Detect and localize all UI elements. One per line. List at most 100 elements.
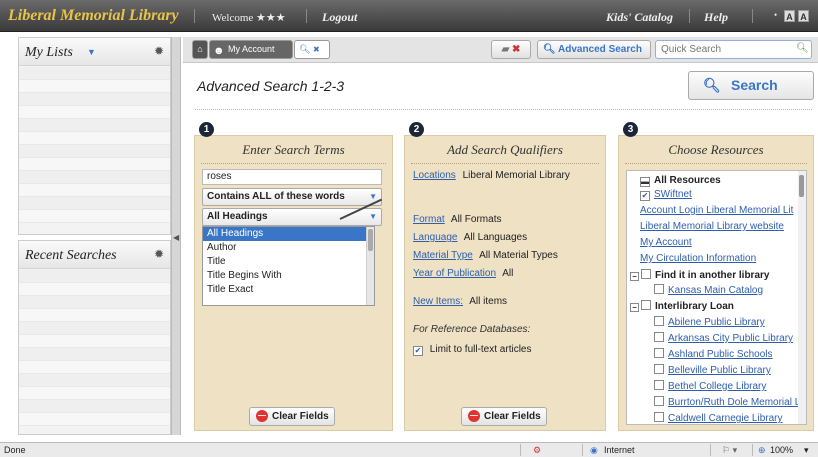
step-number-badge: 1 bbox=[199, 122, 214, 137]
divider bbox=[520, 444, 521, 456]
logout-link[interactable]: Logout bbox=[322, 10, 357, 25]
resource-link-row[interactable]: My Circulation Information bbox=[640, 253, 756, 264]
search-go-icon[interactable]: 🔍︎ bbox=[796, 43, 809, 54]
fulltext-checkbox[interactable]: ✔ bbox=[413, 346, 423, 356]
library-brand[interactable]: Liberal Memorial Library bbox=[8, 7, 179, 25]
resource-link-row[interactable]: Liberal Memorial Library website bbox=[640, 221, 784, 232]
zoom-icon[interactable]: ⊕ bbox=[758, 445, 766, 456]
gear-icon[interactable]: ✹ bbox=[154, 44, 164, 58]
kids-catalog-link[interactable]: Kids' Catalog bbox=[606, 10, 673, 25]
dropdown-option[interactable]: All Headings bbox=[203, 227, 374, 241]
welcome-user: ★★★ bbox=[256, 12, 286, 24]
step-title: Add Search Qualifiers bbox=[447, 142, 563, 157]
advanced-search-button[interactable]: 🔍︎ Advanced Search bbox=[537, 40, 651, 59]
minus-icon: — bbox=[256, 410, 268, 422]
library-row[interactable]: Belleville Public Library bbox=[654, 364, 771, 376]
clear-fields-button[interactable]: — Clear Fields bbox=[461, 407, 547, 426]
find-another-library-row[interactable]: − Find it in another library bbox=[630, 269, 769, 281]
divider bbox=[710, 444, 711, 456]
gear-icon[interactable]: ✹ bbox=[154, 247, 164, 261]
library-row[interactable]: Caldwell Carnegie Library bbox=[654, 412, 783, 424]
match-type-select[interactable]: Contains ALL of these words ▼ bbox=[202, 188, 382, 206]
search-icon: 🔍︎ bbox=[703, 77, 721, 93]
clear-search-button[interactable]: ▰ ✖ bbox=[491, 40, 531, 59]
tab-search[interactable]: 🔍︎ ✖ bbox=[294, 40, 330, 59]
tree-collapse-icon[interactable]: − bbox=[630, 303, 639, 312]
library-row[interactable]: Arkansas City Public Library bbox=[654, 332, 793, 344]
font-large-button[interactable]: A bbox=[798, 10, 809, 22]
library-checkbox[interactable] bbox=[654, 332, 664, 342]
new-items-row: New Items: All items bbox=[413, 296, 507, 307]
library-row[interactable]: Burrton/Ruth Dole Memorial L bbox=[654, 396, 800, 408]
library-row[interactable]: Bethel College Library bbox=[654, 380, 766, 392]
home-tab[interactable]: ⌂ bbox=[192, 40, 208, 59]
library-checkbox[interactable] bbox=[654, 396, 664, 406]
tree-collapse-icon[interactable]: − bbox=[630, 272, 639, 281]
scrollbar-thumb[interactable] bbox=[799, 175, 804, 197]
minus-icon: — bbox=[468, 410, 480, 422]
interlibrary-checkbox[interactable] bbox=[641, 300, 651, 310]
chevron-down-icon[interactable]: ▾ bbox=[804, 445, 809, 456]
swiftnet-row[interactable]: ✔ SWiftnet bbox=[640, 189, 692, 201]
font-small-button[interactable]: A bbox=[784, 10, 795, 22]
step-enter-search-terms: 1 Enter Search Terms roses Contains ALL … bbox=[194, 122, 393, 431]
quick-search-input[interactable] bbox=[655, 40, 812, 59]
material-type-row: Material Type All Material Types bbox=[413, 250, 558, 261]
material-type-link[interactable]: Material Type bbox=[413, 250, 473, 261]
protected-mode-icon[interactable]: ⚐ ▾ bbox=[722, 445, 737, 456]
kansas-main-row[interactable]: Kansas Main Catalog bbox=[654, 284, 763, 296]
close-icon[interactable]: ✖ bbox=[313, 45, 320, 54]
kansas-main-checkbox[interactable] bbox=[654, 284, 664, 294]
status-bar: Done ⚙ ◉ Internet ⚐ ▾ ⊕ 100% ▾ bbox=[0, 442, 818, 457]
help-link[interactable]: Help bbox=[704, 10, 728, 25]
new-items-value: All items bbox=[469, 296, 508, 307]
dropdown-scrollbar[interactable] bbox=[366, 227, 374, 305]
new-items-link[interactable]: New Items: bbox=[413, 296, 463, 307]
swiftnet-link[interactable]: SWiftnet bbox=[654, 189, 692, 200]
resource-link-row[interactable]: My Account bbox=[640, 237, 692, 248]
dropdown-option[interactable]: Author bbox=[203, 241, 374, 255]
year-link[interactable]: Year of Publication bbox=[413, 268, 496, 279]
sidebar-collapse-handle[interactable]: ◀ bbox=[171, 37, 181, 435]
chevron-down-icon[interactable]: ▼ bbox=[87, 47, 96, 57]
format-link[interactable]: Format bbox=[413, 214, 445, 225]
locations-link[interactable]: Locations bbox=[413, 170, 456, 181]
resource-link-row[interactable]: Account Login Liberal Memorial Lit bbox=[640, 205, 793, 216]
welcome-text: Welcome ★★★ bbox=[212, 12, 286, 24]
library-checkbox[interactable] bbox=[654, 348, 664, 358]
library-checkbox[interactable] bbox=[654, 316, 664, 326]
library-row[interactable]: Abilene Public Library bbox=[654, 316, 765, 328]
dropdown-option[interactable]: Title Begins With bbox=[203, 269, 374, 283]
divider bbox=[582, 444, 583, 456]
security-icon[interactable]: ⚙ bbox=[533, 445, 541, 456]
scrollbar-thumb[interactable] bbox=[368, 229, 373, 251]
all-resources-row[interactable]: ▬ All Resources bbox=[640, 175, 721, 187]
library-checkbox[interactable] bbox=[654, 380, 664, 390]
tab-my-account[interactable]: ☻ My Account bbox=[209, 40, 293, 59]
dropdown-option[interactable]: Title Exact bbox=[203, 283, 374, 297]
library-checkbox[interactable] bbox=[654, 412, 664, 422]
library-checkbox[interactable] bbox=[654, 364, 664, 374]
divider bbox=[306, 9, 307, 23]
year-row: Year of Publication All bbox=[413, 268, 513, 279]
search-button[interactable]: 🔍︎ Search bbox=[688, 71, 814, 100]
language-value: All Languages bbox=[463, 232, 528, 243]
divider bbox=[194, 9, 195, 23]
clear-fields-button[interactable]: — Clear Fields bbox=[249, 407, 335, 426]
recent-searches-panel: Recent Searches ✹ bbox=[18, 240, 171, 435]
dropdown-option[interactable]: Title bbox=[203, 255, 374, 269]
zone-text: Internet bbox=[604, 445, 635, 455]
library-row[interactable]: Ashland Public Schools bbox=[654, 348, 773, 360]
all-resources-checkbox[interactable]: ▬ bbox=[640, 177, 650, 187]
search-field-value: All Headings bbox=[207, 211, 268, 222]
swiftnet-checkbox[interactable]: ✔ bbox=[640, 191, 650, 201]
interlibrary-loan-row[interactable]: − Interlibrary Loan bbox=[630, 300, 734, 312]
search-term-input[interactable]: roses bbox=[202, 169, 382, 185]
find-another-checkbox[interactable] bbox=[641, 269, 651, 279]
language-link[interactable]: Language bbox=[413, 232, 458, 243]
page-title: Advanced Search 1-2-3 bbox=[197, 78, 345, 94]
resources-list: ▬ All Resources ✔ SWiftnet Account Login L… bbox=[626, 170, 807, 425]
my-lists-title[interactable]: My Lists bbox=[25, 45, 73, 61]
zoom-level[interactable]: 100% bbox=[770, 445, 793, 455]
resources-scrollbar[interactable] bbox=[798, 171, 806, 424]
